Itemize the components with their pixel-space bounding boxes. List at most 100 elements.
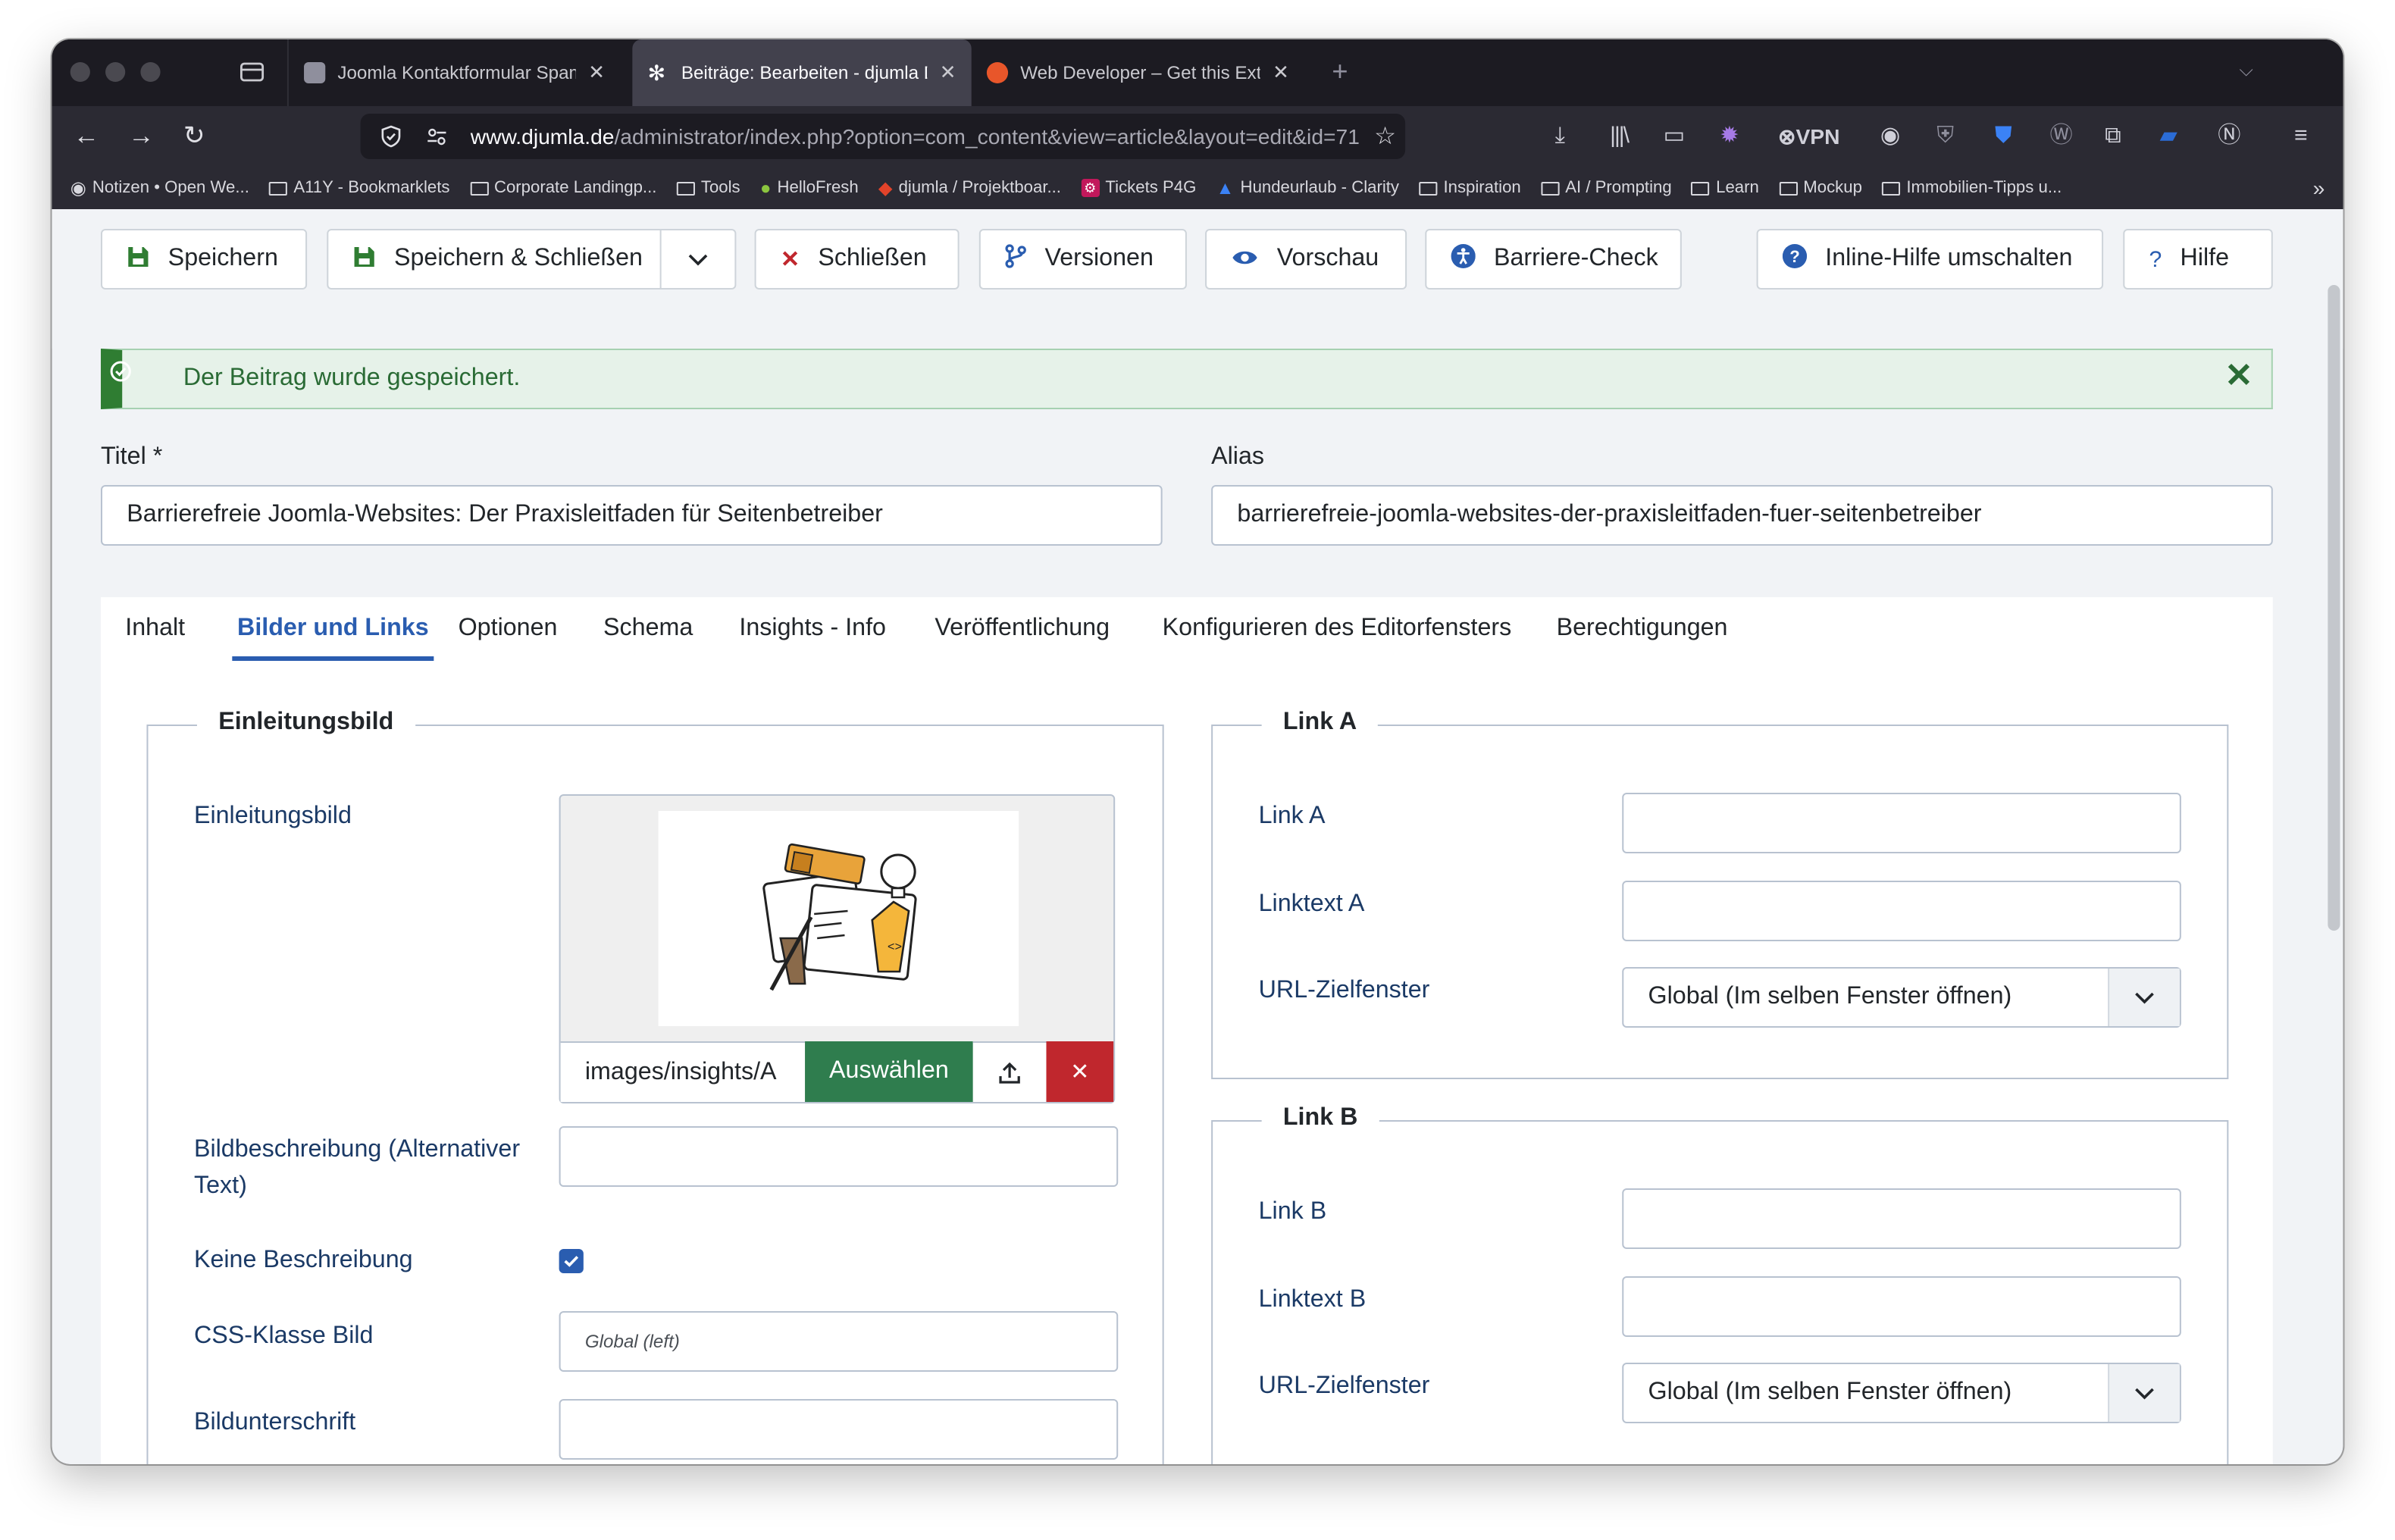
bookmark-item[interactable]: AI / Prompting bbox=[1540, 179, 1672, 197]
floppy-disk-icon bbox=[127, 245, 149, 274]
link-a-input[interactable] bbox=[1622, 793, 2181, 853]
tab-insights-info[interactable]: Insights - Info bbox=[739, 597, 886, 661]
accessibility-check-button[interactable]: Barriere-Check bbox=[1425, 229, 1682, 290]
bookmark-item[interactable]: Inspiration bbox=[1419, 179, 1521, 197]
shield-icon[interactable] bbox=[379, 124, 403, 149]
link-b-text-input[interactable] bbox=[1622, 1276, 2181, 1337]
browser-tab[interactable]: Joomla Kontaktformular Spam v ✕ bbox=[286, 39, 620, 106]
link-b-input[interactable] bbox=[1622, 1188, 2181, 1249]
link-a-target-select[interactable]: Global (Im selben Fenster öffnen) bbox=[1622, 967, 2181, 1028]
bookmark-item[interactable]: ▲ Hundeurlaub - Clarity bbox=[1216, 177, 1399, 199]
bookmark-item[interactable]: ◉ Notizen • Open We... bbox=[70, 177, 249, 199]
link-a-fieldset: Link A Link A Linktext A URL-Zielfenster… bbox=[1211, 709, 2229, 1079]
privacy-badger-icon[interactable]: ⛊ bbox=[1995, 121, 2012, 152]
account-icon[interactable]: ◉ bbox=[1880, 121, 1900, 152]
close-tab-icon[interactable]: ✕ bbox=[940, 61, 956, 85]
image-path-input[interactable]: images/insights/A bbox=[560, 1041, 806, 1102]
url-text: www.djumla.de/administrator/index.php?op… bbox=[471, 124, 1360, 149]
back-arrow-icon[interactable]: ← bbox=[74, 118, 99, 155]
vpn-label: VPN bbox=[1795, 124, 1840, 149]
tab-schema[interactable]: Schema bbox=[603, 597, 693, 661]
hellofresh-icon: ● bbox=[759, 177, 772, 199]
new-tab-plus-icon[interactable]: + bbox=[1332, 56, 1348, 88]
bookmark-item[interactable]: ◆ djumla / Projektboar... bbox=[878, 177, 1061, 199]
url-host: www.djumla.de bbox=[470, 124, 615, 149]
bookmark-label: Immobilien-Tipps u... bbox=[1906, 179, 2062, 197]
tab-editor-config[interactable]: Konfigurieren des Editorfensters bbox=[1163, 597, 1512, 661]
alert-close-icon[interactable]: ✕ bbox=[2224, 356, 2253, 396]
inline-help-toggle-button[interactable]: ? Inline-Hilfe umschalten bbox=[1756, 229, 2104, 290]
url-bar[interactable]: www.djumla.de/administrator/index.php?op… bbox=[360, 114, 1406, 159]
link-b-target-select[interactable]: Global (Im selben Fenster öffnen) bbox=[1622, 1363, 2181, 1423]
tab-permissions[interactable]: Berechtigungen bbox=[1557, 597, 1728, 661]
more-bookmarks-chevron-icon[interactable]: » bbox=[2313, 176, 2325, 200]
extensions-puzzle-icon[interactable]: ⧉ bbox=[2105, 121, 2121, 152]
browser-tab[interactable]: Web Developer – Get this Exten ✕ bbox=[972, 39, 1304, 106]
menu-hamburger-icon[interactable]: ≡ bbox=[2294, 121, 2308, 152]
vpn-button[interactable]: ⊗VPN bbox=[1778, 121, 1840, 152]
folder-icon bbox=[269, 181, 288, 195]
ublock-icon[interactable]: ⛨ bbox=[1936, 121, 1954, 152]
save-button[interactable]: Speichern bbox=[101, 229, 308, 290]
title-input[interactable]: Barrierefreie Joomla-Websites: Der Praxi… bbox=[101, 485, 1163, 546]
save-label: Speichern bbox=[167, 246, 278, 271]
bookmark-item[interactable]: Learn bbox=[1691, 179, 1759, 197]
close-button[interactable]: ✕ Schließen bbox=[754, 229, 960, 290]
bookmark-item[interactable]: Corporate Landingp... bbox=[469, 179, 656, 197]
caption-input[interactable] bbox=[559, 1399, 1119, 1460]
tab-options[interactable]: Optionen bbox=[459, 597, 558, 661]
close-tab-icon[interactable]: ✕ bbox=[1273, 61, 1289, 85]
tab-publishing[interactable]: Veröffentlichung bbox=[935, 597, 1110, 661]
bookmark-item[interactable]: Immobilien-Tipps u... bbox=[1882, 179, 2062, 197]
save-close-button[interactable]: Speichern & Schließen bbox=[327, 229, 737, 290]
tab-title: Web Developer – Get this Exten bbox=[1020, 62, 1260, 83]
select-image-button[interactable]: Auswählen bbox=[805, 1041, 973, 1102]
wappalyzer-icon[interactable]: Ⓦ bbox=[2050, 121, 2073, 152]
css-class-input[interactable]: Global (left) bbox=[559, 1311, 1119, 1372]
versions-label: Versionen bbox=[1044, 246, 1154, 271]
alias-input[interactable]: barrierefreie-joomla-websites-der-praxis… bbox=[1211, 485, 2273, 546]
close-tab-icon[interactable]: ✕ bbox=[588, 61, 605, 85]
bookmark-item[interactable]: ● HelloFresh bbox=[760, 177, 859, 199]
no-description-checkbox[interactable] bbox=[559, 1249, 584, 1273]
save-options-dropdown[interactable] bbox=[659, 230, 735, 288]
branch-icon bbox=[1005, 244, 1026, 274]
bookmark-star-icon[interactable]: ☆ bbox=[1374, 121, 1396, 152]
tab-images-links[interactable]: Bilder und Links bbox=[232, 597, 434, 661]
bookmark-item[interactable]: ⚙ Tickets P4G bbox=[1081, 179, 1196, 197]
tab-overview-icon[interactable] bbox=[238, 58, 265, 85]
downloads-icon[interactable]: ⤓ bbox=[1555, 121, 1565, 152]
question-mark-icon: ? bbox=[2149, 246, 2162, 272]
notion-icon[interactable]: Ⓝ bbox=[2218, 121, 2240, 152]
translate-icon[interactable]: ▰ bbox=[2160, 121, 2177, 152]
clarity-icon: ▲ bbox=[1216, 177, 1235, 199]
upload-button[interactable] bbox=[972, 1041, 1047, 1102]
versions-button[interactable]: Versionen bbox=[978, 229, 1187, 290]
extension-gear-icon[interactable]: ✹ bbox=[1720, 121, 1739, 152]
alt-text-label: Bildbeschreibung (Alternativer Text) bbox=[193, 1137, 521, 1199]
help-button[interactable]: ? Hilfe bbox=[2123, 229, 2273, 290]
page-scrollbar[interactable] bbox=[2328, 285, 2340, 931]
alt-text-input[interactable] bbox=[559, 1126, 1119, 1187]
folder-icon bbox=[1691, 181, 1711, 195]
window-minimize-dot[interactable] bbox=[105, 62, 126, 82]
browser-tab-active[interactable]: ✻ Beiträge: Bearbeiten - djumla D ✕ bbox=[632, 39, 972, 106]
bookmark-item[interactable]: A11Y - Bookmarklets bbox=[269, 179, 450, 197]
clear-image-button[interactable]: ✕ bbox=[1046, 1041, 1114, 1102]
reload-icon[interactable]: ↻ bbox=[183, 118, 205, 155]
library-icon[interactable]: |||\ bbox=[1610, 121, 1630, 152]
preview-button[interactable]: Vorschau bbox=[1205, 229, 1407, 290]
tab-content[interactable]: Inhalt bbox=[125, 597, 185, 661]
bookmark-item[interactable]: Tools bbox=[676, 179, 740, 197]
eye-icon bbox=[1231, 246, 1258, 272]
link-b-target-value: Global (Im selben Fenster öffnen) bbox=[1648, 1379, 2012, 1405]
site-permissions-icon[interactable] bbox=[424, 124, 449, 149]
forward-arrow-icon[interactable]: → bbox=[128, 118, 154, 155]
sidebar-icon[interactable]: ▭ bbox=[1664, 121, 1686, 152]
bookmark-item[interactable]: Mockup bbox=[1779, 179, 1862, 197]
chevron-down-icon bbox=[688, 253, 708, 265]
window-zoom-dot[interactable] bbox=[140, 62, 161, 82]
tab-list-chevron-icon[interactable]: ⌵ bbox=[2239, 59, 2253, 82]
link-a-text-input[interactable] bbox=[1622, 881, 2181, 941]
window-close-dot[interactable] bbox=[70, 62, 90, 82]
